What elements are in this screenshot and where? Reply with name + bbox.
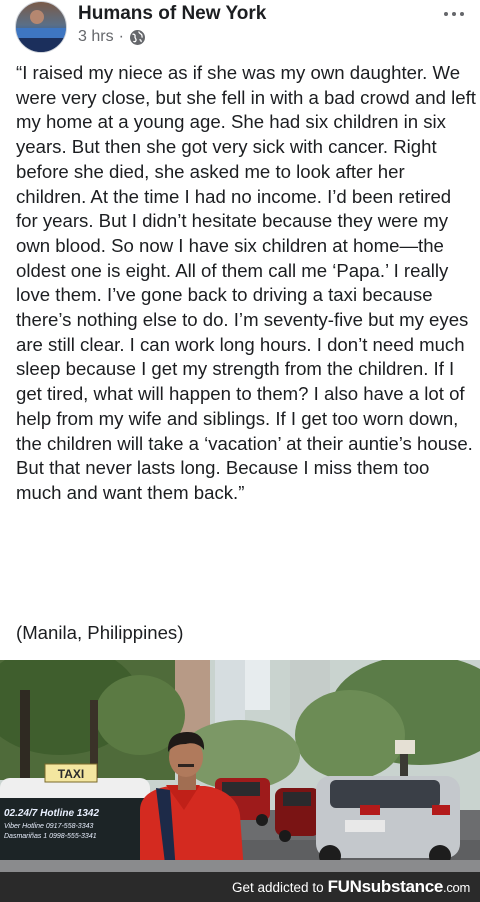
post-text: “I raised my niece as if she was my own … [16, 62, 476, 503]
page-name-link[interactable]: Humans of New York [78, 3, 266, 25]
footer-brand-name: FUNsubstance [327, 877, 444, 896]
footer-brand-logo[interactable]: FUNsubstance.com [327, 877, 471, 897]
post-photo[interactable]: TAXI 02.24/7 Hotline 1342 Viber Hotline … [0, 660, 480, 872]
post-header: Humans of New York 3 hrs · [0, 0, 480, 58]
more-dot [444, 12, 448, 16]
post-timestamp[interactable]: 3 hrs [78, 28, 114, 46]
taxi-line3-text: Dasmariñas 1 0998-555-3341 [4, 833, 97, 840]
taxi-line2-text: Viber Hotline 0917-558-3343 [4, 823, 93, 830]
more-dot [460, 12, 464, 16]
taxi-hotline-text: 02.24/7 Hotline 1342 [4, 808, 99, 819]
footer-tagline: Get addicted to [232, 879, 324, 895]
post-meta: 3 hrs · [78, 28, 146, 46]
globe-icon [129, 29, 146, 46]
more-horizontal-icon[interactable] [444, 9, 466, 19]
page-avatar[interactable] [15, 1, 67, 53]
avatar-figure [30, 10, 44, 24]
avatar-band [16, 28, 66, 38]
avatar-band-dark [16, 38, 66, 52]
more-dot [452, 12, 456, 16]
post-location: (Manila, Philippines) [16, 622, 184, 643]
watermark-footer: Get addicted to FUNsubstance.com [0, 872, 480, 902]
footer-brand-suffix: .com [443, 880, 470, 895]
meta-separator: · [118, 28, 124, 45]
taxi-sign: TAXI [58, 767, 84, 781]
